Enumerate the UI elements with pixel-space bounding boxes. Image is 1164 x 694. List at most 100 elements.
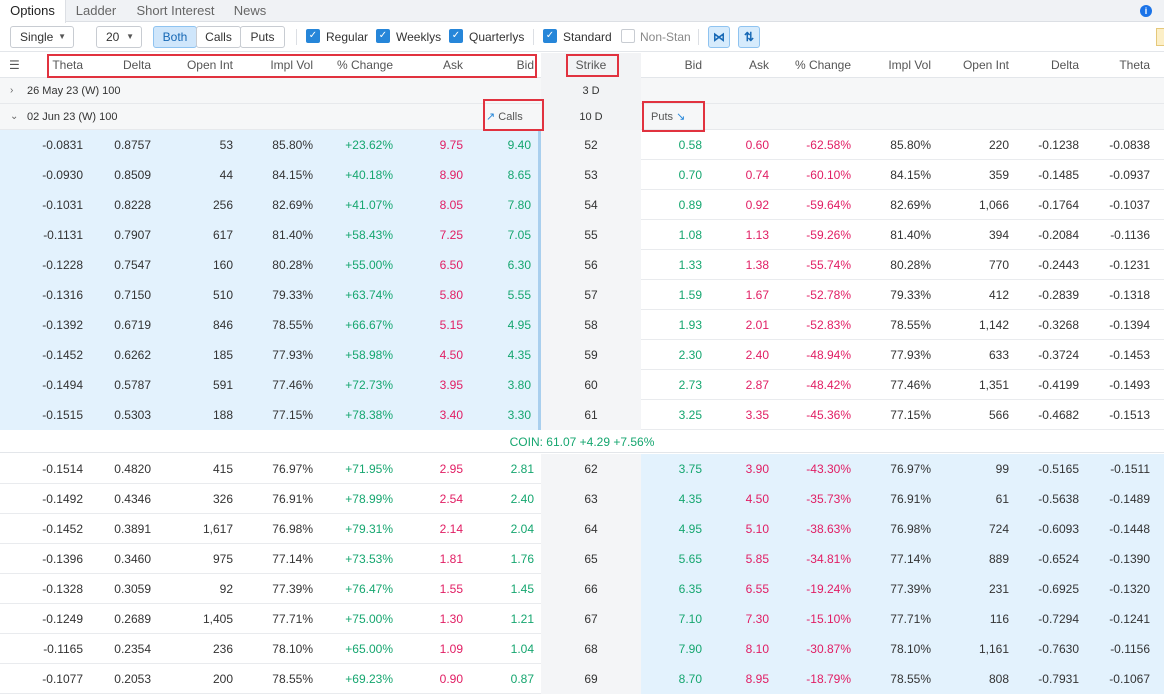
put-ask[interactable]: 2.87 [709, 370, 776, 400]
call-ask[interactable]: 2.95 [400, 454, 470, 484]
call-ask[interactable]: 8.90 [400, 160, 470, 190]
put-ask[interactable]: 1.67 [709, 280, 776, 310]
table-row[interactable]: -0.1515 0.5303 188 77.15% +78.38% 3.40 3.30 61 3… [0, 400, 1164, 430]
call-ask[interactable]: 5.15 [400, 310, 470, 340]
call-ask[interactable]: 2.14 [400, 514, 470, 544]
call-bid[interactable]: 2.04 [470, 514, 541, 544]
call-ask[interactable]: 1.09 [400, 634, 470, 664]
call-bid[interactable]: 4.35 [470, 340, 541, 370]
put-bid[interactable]: 3.25 [641, 400, 709, 430]
table-row[interactable]: -0.1452 0.6262 185 77.93% +58.98% 4.50 4.35 59 2… [0, 340, 1164, 370]
put-bid[interactable]: 2.73 [641, 370, 709, 400]
call-ask[interactable]: 6.50 [400, 250, 470, 280]
call-bid[interactable]: 6.30 [470, 250, 541, 280]
call-bid[interactable]: 9.40 [470, 130, 541, 160]
call-bid[interactable]: 3.80 [470, 370, 541, 400]
locked-panel-icon[interactable] [1156, 28, 1164, 46]
chevron-right-icon[interactable]: › [10, 78, 13, 104]
put-bid[interactable]: 3.75 [641, 454, 709, 484]
put-ask[interactable]: 0.74 [709, 160, 776, 190]
chevron-down-icon[interactable]: ⌄ [10, 104, 18, 130]
table-row[interactable]: -0.1396 0.3460 975 77.14% +73.53% 1.81 1.76 65 5… [0, 544, 1164, 574]
put-bid[interactable]: 7.10 [641, 604, 709, 634]
call-bid[interactable]: 1.45 [470, 574, 541, 604]
column-menu-icon[interactable]: ☰ [9, 53, 20, 78]
segment-both[interactable]: Both [153, 26, 197, 48]
call-ask[interactable]: 2.54 [400, 484, 470, 514]
table-row[interactable]: -0.1031 0.8228 256 82.69% +41.07% 8.05 7.80 54 0… [0, 190, 1164, 220]
table-row[interactable]: -0.1165 0.2354 236 78.10% +65.00% 1.09 1.04 68 7… [0, 634, 1164, 664]
strategy-dropdown[interactable]: Single ▼ [10, 26, 74, 48]
put-bid[interactable]: 7.90 [641, 634, 709, 664]
table-row[interactable]: -0.1392 0.6719 846 78.55% +66.67% 5.15 4.95 58 1… [0, 310, 1164, 340]
table-row[interactable]: -0.1077 0.2053 200 78.55% +69.23% 0.90 0.87 69 8… [0, 664, 1164, 694]
call-ask[interactable]: 7.25 [400, 220, 470, 250]
put-ask[interactable]: 1.38 [709, 250, 776, 280]
put-bid[interactable]: 1.08 [641, 220, 709, 250]
call-bid[interactable]: 5.55 [470, 280, 541, 310]
call-bid[interactable]: 3.30 [470, 400, 541, 430]
expiration-row[interactable]: › 26 May 23 (W) 100 3 D [0, 78, 1164, 104]
tab-options[interactable]: Options [0, 0, 66, 23]
put-ask[interactable]: 8.10 [709, 634, 776, 664]
table-row[interactable]: -0.1494 0.5787 591 77.46% +72.73% 3.95 3.80 60 2… [0, 370, 1164, 400]
table-row[interactable]: -0.1131 0.7907 617 81.40% +58.43% 7.25 7.05 55 1… [0, 220, 1164, 250]
put-ask[interactable]: 0.60 [709, 130, 776, 160]
table-row[interactable]: -0.1492 0.4346 326 76.91% +78.99% 2.54 2.40 63 4… [0, 484, 1164, 514]
put-ask[interactable]: 0.92 [709, 190, 776, 220]
put-ask[interactable]: 7.30 [709, 604, 776, 634]
tab-news[interactable]: News [225, 0, 275, 22]
info-icon[interactable]: i [1140, 5, 1152, 17]
call-ask[interactable]: 4.50 [400, 340, 470, 370]
center-strike-icon[interactable]: ⋈ [708, 26, 730, 48]
table-row[interactable]: -0.1514 0.4820 415 76.97% +71.95% 2.95 2.81 62 3… [0, 454, 1164, 484]
call-bid[interactable]: 2.81 [470, 454, 541, 484]
put-bid[interactable]: 6.35 [641, 574, 709, 604]
expiration-row[interactable]: ⌄ 02 Jun 23 (W) 100 ↗ Calls 10 D Puts ↘ [0, 104, 1164, 130]
put-ask[interactable]: 2.01 [709, 310, 776, 340]
table-row[interactable]: -0.1328 0.3059 92 77.39% +76.47% 1.55 1.45 66 6.… [0, 574, 1164, 604]
put-ask[interactable]: 5.10 [709, 514, 776, 544]
call-bid[interactable]: 1.76 [470, 544, 541, 574]
table-row[interactable]: -0.1452 0.3891 1,617 76.98% +79.31% 2.14 2.04 6… [0, 514, 1164, 544]
segment-calls[interactable]: Calls [196, 26, 241, 48]
table-row[interactable]: -0.1316 0.7150 510 79.33% +63.74% 5.80 5.55 57 1… [0, 280, 1164, 310]
call-ask[interactable]: 1.30 [400, 604, 470, 634]
put-ask[interactable]: 4.50 [709, 484, 776, 514]
put-bid[interactable]: 0.70 [641, 160, 709, 190]
table-row[interactable]: -0.1249 0.2689 1,405 77.71% +75.00% 1.30 1.21 6… [0, 604, 1164, 634]
standard-checkbox[interactable]: ✓ [543, 29, 557, 43]
tab-ladder[interactable]: Ladder [66, 0, 126, 22]
put-bid[interactable]: 1.33 [641, 250, 709, 280]
put-ask[interactable]: 5.85 [709, 544, 776, 574]
header-put-open-int[interactable]: Open Int [938, 53, 1016, 78]
put-ask[interactable]: 1.13 [709, 220, 776, 250]
table-row[interactable]: -0.0930 0.8509 44 84.15% +40.18% 8.90 8.65 53 0.… [0, 160, 1164, 190]
put-bid[interactable]: 0.58 [641, 130, 709, 160]
call-bid[interactable]: 7.05 [470, 220, 541, 250]
call-bid[interactable]: 7.80 [470, 190, 541, 220]
header-put-bid[interactable]: Bid [641, 53, 709, 78]
non-standard-checkbox[interactable] [621, 29, 635, 43]
table-row[interactable]: -0.0831 0.8757 53 85.80% +23.62% 9.75 9.40 52 0.… [0, 130, 1164, 160]
put-ask[interactable]: 3.90 [709, 454, 776, 484]
call-bid[interactable]: 0.87 [470, 664, 541, 694]
call-ask[interactable]: 3.95 [400, 370, 470, 400]
header-put-impl-vol[interactable]: Impl Vol [858, 53, 938, 78]
call-ask[interactable]: 1.55 [400, 574, 470, 604]
call-ask[interactable]: 5.80 [400, 280, 470, 310]
header-put-pct-change[interactable]: % Change [776, 53, 858, 78]
put-ask[interactable]: 8.95 [709, 664, 776, 694]
call-ask[interactable]: 3.40 [400, 400, 470, 430]
quarterlys-checkbox[interactable]: ✓ [449, 29, 463, 43]
put-bid[interactable]: 4.35 [641, 484, 709, 514]
put-ask[interactable]: 2.40 [709, 340, 776, 370]
tab-short-interest[interactable]: Short Interest [126, 0, 225, 22]
call-ask[interactable]: 1.81 [400, 544, 470, 574]
put-bid[interactable]: 8.70 [641, 664, 709, 694]
header-put-theta[interactable]: Theta [1086, 53, 1157, 78]
put-bid[interactable]: 1.59 [641, 280, 709, 310]
table-row[interactable]: -0.1228 0.7547 160 80.28% +55.00% 6.50 6.30 56 1… [0, 250, 1164, 280]
put-bid[interactable]: 2.30 [641, 340, 709, 370]
put-bid[interactable]: 0.89 [641, 190, 709, 220]
